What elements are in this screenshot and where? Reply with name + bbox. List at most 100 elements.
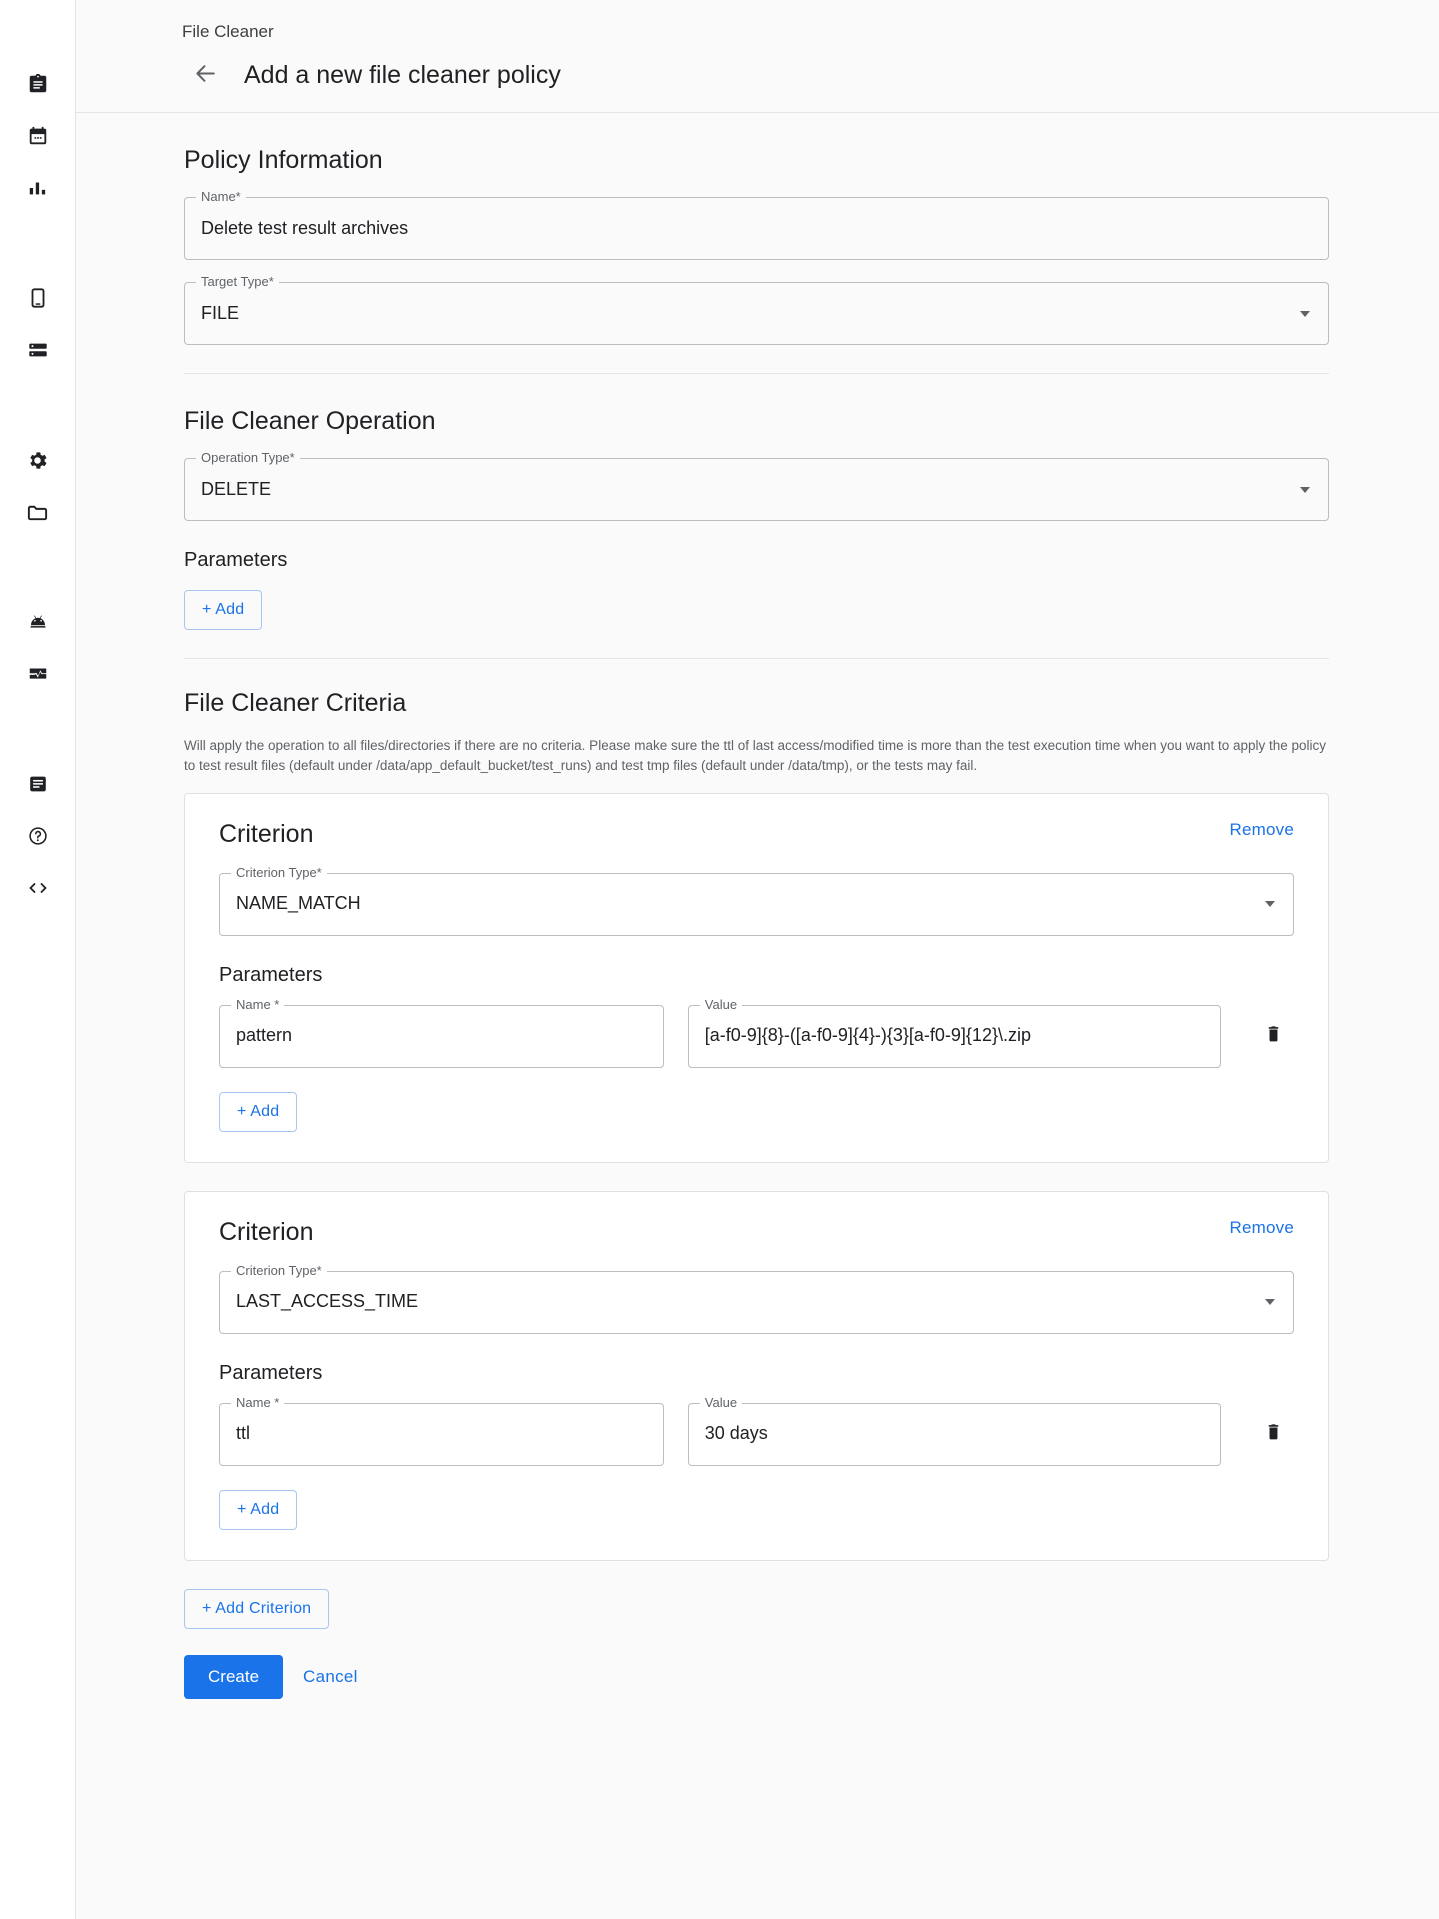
chevron-down-icon: [1300, 311, 1310, 317]
operation-type-select[interactable]: Operation Type* DELETE: [184, 458, 1329, 521]
criterion-type-label: Criterion Type*: [231, 866, 327, 879]
page-title: Add a new file cleaner policy: [244, 61, 561, 90]
target-type-label: Target Type*: [196, 275, 279, 288]
activity-icon: [27, 663, 49, 685]
file-cleaner-criteria-section: File Cleaner Criteria Will apply the ope…: [76, 659, 1439, 1560]
create-button[interactable]: Create: [184, 1655, 283, 1699]
server-icon: [27, 339, 49, 361]
parameter-name-label: Name *: [231, 1396, 284, 1409]
criterion-type-select[interactable]: Criterion Type* LAST_ACCESS_TIME: [219, 1271, 1294, 1334]
parameter-value-field[interactable]: Value [a-f0-9]{8}-([a-f0-9]{4}-){3}[a-f0…: [688, 1005, 1221, 1068]
trash-icon: [1264, 1024, 1283, 1048]
add-criterion-wrap: + Add Criterion: [184, 1589, 1329, 1629]
parameter-delete-button[interactable]: [1253, 1014, 1294, 1058]
device-icon: [27, 287, 49, 309]
parameter-name-label: Name *: [231, 998, 284, 1011]
policy-information-section: Policy Information Name* Delete test res…: [76, 113, 1439, 374]
parameter-name-field[interactable]: Name * pattern: [219, 1005, 664, 1068]
criterion-add-parameter-button[interactable]: + Add: [219, 1490, 297, 1530]
article-icon: [27, 773, 49, 795]
criterion-header: Criterion Remove: [219, 820, 1294, 849]
parameter-delete-button[interactable]: [1253, 1412, 1294, 1456]
criterion-type-value: NAME_MATCH: [236, 893, 361, 915]
policy-name-label: Name*: [196, 190, 246, 203]
cta-row: Create Cancel: [184, 1655, 1329, 1739]
criteria-helper-text: Will apply the operation to all files/di…: [184, 736, 1329, 774]
criterion-card: Criterion Remove Criterion Type* NAME_MA…: [184, 793, 1329, 1163]
sidebar-item-monitoring[interactable]: [0, 648, 76, 700]
criterion-parameters-title: Parameters: [219, 1362, 1294, 1385]
policy-information-title: Policy Information: [184, 113, 1329, 175]
trash-icon: [1264, 1422, 1283, 1446]
sidebar-item-devices[interactable]: [0, 272, 76, 324]
parameter-value-value: [a-f0-9]{8}-([a-f0-9]{4}-){3}[a-f0-9]{12…: [705, 1025, 1031, 1047]
policy-name-field[interactable]: Name* Delete test result archives: [184, 197, 1329, 260]
breadcrumb: File Cleaner: [76, 22, 1439, 42]
criteria-title: File Cleaner Criteria: [184, 659, 1329, 718]
sidebar-item-test-plans[interactable]: [0, 58, 76, 110]
criterion-add-parameter-wrap: + Add: [219, 1490, 1294, 1530]
sidebar-item-builds[interactable]: [0, 596, 76, 648]
add-criterion-button[interactable]: + Add Criterion: [184, 1589, 329, 1629]
sidebar: [0, 0, 76, 1919]
sidebar-item-developer[interactable]: [0, 862, 76, 914]
parameter-value-value: 30 days: [705, 1423, 768, 1445]
parameter-value-label: Value: [700, 998, 742, 1011]
criterion-header: Criterion Remove: [219, 1218, 1294, 1247]
app-root: File Cleaner Add a new file cleaner poli…: [0, 0, 1439, 1919]
criterion-remove-link[interactable]: Remove: [1229, 1218, 1294, 1238]
criterion-add-parameter-wrap: + Add: [219, 1092, 1294, 1132]
operation-add-parameter-button[interactable]: + Add: [184, 590, 262, 630]
arrow-left-icon: [193, 61, 218, 89]
sidebar-item-files[interactable]: [0, 486, 76, 538]
code-icon: [26, 876, 50, 900]
sidebar-item-reports[interactable]: [0, 162, 76, 214]
parameter-value-label: Value: [700, 1396, 742, 1409]
parameter-value-field[interactable]: Value 30 days: [688, 1403, 1221, 1466]
android-icon: [26, 610, 50, 634]
footer-actions: + Add Criterion Create Cancel: [76, 1589, 1439, 1739]
operation-type-label: Operation Type*: [196, 451, 300, 464]
target-type-value: FILE: [201, 303, 239, 325]
calendar-icon: [27, 125, 49, 147]
page-content: Policy Information Name* Delete test res…: [76, 113, 1439, 1919]
criterion-parameters-title: Parameters: [219, 964, 1294, 987]
criterion-parameter-row: Name * ttl Value 30 days: [219, 1403, 1294, 1466]
main-area: File Cleaner Add a new file cleaner poli…: [76, 0, 1439, 1919]
back-button[interactable]: [188, 58, 222, 92]
policy-name-value: Delete test result archives: [201, 218, 408, 240]
gear-icon: [26, 449, 49, 472]
criterion-add-parameter-button[interactable]: + Add: [219, 1092, 297, 1132]
operation-type-value: DELETE: [201, 479, 271, 501]
help-icon: [27, 825, 49, 847]
parameter-name-value: pattern: [236, 1025, 292, 1047]
folder-icon: [26, 501, 49, 524]
criterion-type-select[interactable]: Criterion Type* NAME_MATCH: [219, 873, 1294, 936]
sidebar-item-settings[interactable]: [0, 434, 76, 486]
target-type-select[interactable]: Target Type* FILE: [184, 282, 1329, 345]
sidebar-item-schedules[interactable]: [0, 110, 76, 162]
chevron-down-icon: [1265, 1299, 1275, 1305]
criterion-remove-link[interactable]: Remove: [1229, 820, 1294, 840]
criterion-parameter-row: Name * pattern Value [a-f0-9]{8}-([a-f0-…: [219, 1005, 1294, 1068]
chevron-down-icon: [1300, 487, 1310, 493]
criterion-type-label: Criterion Type*: [231, 1264, 327, 1277]
page-header: File Cleaner Add a new file cleaner poli…: [76, 0, 1439, 113]
operation-title: File Cleaner Operation: [184, 374, 1329, 436]
sidebar-item-logs[interactable]: [0, 758, 76, 810]
bar-chart-icon: [27, 177, 49, 199]
parameter-name-value: ttl: [236, 1423, 250, 1445]
cancel-button[interactable]: Cancel: [291, 1655, 370, 1699]
criterion-title: Criterion: [219, 820, 313, 849]
sidebar-item-hosts[interactable]: [0, 324, 76, 376]
parameter-name-field[interactable]: Name * ttl: [219, 1403, 664, 1466]
file-cleaner-operation-section: File Cleaner Operation Operation Type* D…: [76, 374, 1439, 659]
criterion-title: Criterion: [219, 1218, 313, 1247]
criterion-type-value: LAST_ACCESS_TIME: [236, 1291, 418, 1313]
criterion-card: Criterion Remove Criterion Type* LAST_AC…: [184, 1191, 1329, 1561]
chevron-down-icon: [1265, 901, 1275, 907]
sidebar-item-help[interactable]: [0, 810, 76, 862]
title-row: Add a new file cleaner policy: [76, 58, 1439, 92]
clipboard-icon: [27, 73, 49, 95]
operation-parameters-title: Parameters: [184, 549, 1329, 572]
